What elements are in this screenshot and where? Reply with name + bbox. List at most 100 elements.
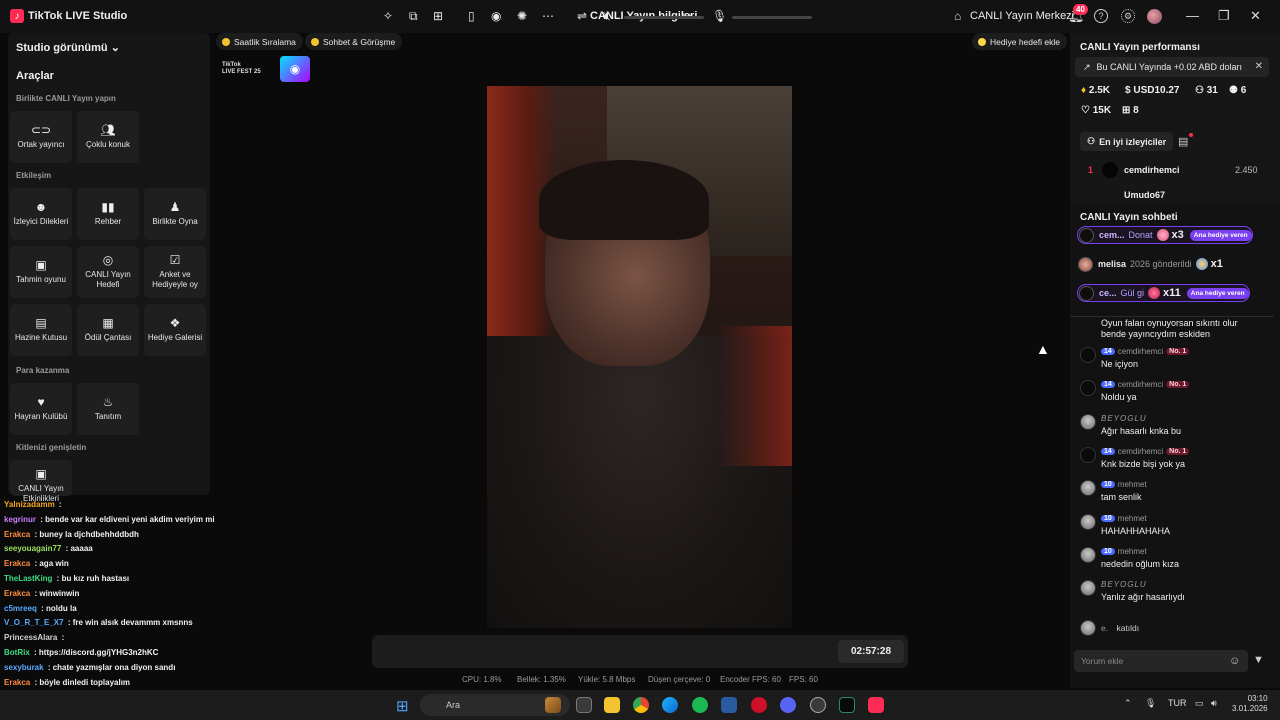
metric-value: 15K: [1092, 105, 1112, 116]
overlay-chat-user: TheLastKing: [4, 574, 53, 583]
add-source-icon[interactable]: ⧉: [409, 9, 418, 24]
speaker-muted-icon[interactable]: 🔇︎: [603, 9, 611, 24]
overlay-chat-text: aga win: [39, 559, 69, 569]
message-user[interactable]: cemdirhemci: [1118, 447, 1163, 456]
separator: :: [56, 500, 62, 509]
message-text: Ağır hasarlı knka bu: [1101, 425, 1182, 436]
emoji-icon[interactable]: ☺: [1229, 655, 1240, 667]
discord-icon[interactable]: [780, 697, 796, 713]
message-user[interactable]: mehmet: [1118, 514, 1147, 523]
tiktok-live-icon[interactable]: [868, 697, 884, 713]
message-user[interactable]: cemdirhemci: [1118, 347, 1163, 356]
top-viewers-button[interactable]: ⚇ En iyi izleyiciler: [1080, 132, 1174, 151]
tool-reward-bag[interactable]: ▦ Ödül Çantası: [77, 304, 139, 356]
gift-message[interactable]: cem... Donat x3 Ana hediye veren: [1077, 226, 1253, 244]
overlay-chat-line: TheLastKing : bu kız ruh hastası: [4, 574, 129, 583]
home-icon[interactable]: ⌂: [954, 9, 961, 23]
tool-label: İzleyici Dilekleri: [13, 217, 69, 226]
close-icon[interactable]: ✕: [1255, 61, 1263, 72]
livefest-badge[interactable]: TikTok LIVE FEST 25 ◉: [220, 56, 310, 82]
magic-wand-icon[interactable]: ✧: [383, 9, 393, 23]
chrome-icon[interactable]: [633, 697, 649, 713]
studio-view-dropdown[interactable]: Studio görünümü ⌄: [16, 41, 120, 54]
settings-sliders-icon[interactable]: ⇌: [577, 9, 587, 23]
overlay-chat-line: Erakca : winwinwin: [4, 589, 79, 598]
top-viewer-name[interactable]: cemdirhemci: [1124, 165, 1180, 175]
terminal-icon[interactable]: [839, 697, 855, 713]
opera-icon[interactable]: [751, 697, 767, 713]
close-icon[interactable]: ✕: [1250, 8, 1261, 24]
top-gifter-badge: Ana hediye veren: [1189, 229, 1252, 241]
tool-guide[interactable]: ▮▮ Rehber: [77, 188, 139, 240]
tool-gift-gallery[interactable]: ❖ Hediye Galerisi: [144, 304, 206, 356]
message-user[interactable]: mehmet: [1118, 480, 1147, 489]
avatar[interactable]: [1147, 9, 1162, 24]
edge-icon[interactable]: [662, 697, 678, 713]
app-icon[interactable]: [721, 697, 737, 713]
tool-live-goal[interactable]: ◎ CANLI Yayın Hedefi: [77, 246, 139, 298]
tool-multiguest[interactable]: 👥︎ Çoklu konuk: [77, 111, 139, 163]
tool-live-events[interactable]: ▣ CANLI Yayın Etkinlikleri: [10, 460, 72, 503]
gift-text: Donat: [1128, 230, 1153, 240]
taskbar-clock[interactable]: 03:10 3.01.2026: [1232, 694, 1268, 714]
filter-icon[interactable]: ▼: [1253, 654, 1264, 666]
tool-poll-gift[interactable]: ☑ Anket ve Hediyeyle oy: [144, 246, 206, 298]
comment-input[interactable]: Yorum ekle: [1074, 650, 1248, 672]
chat-meet-button[interactable]: Sohbet & Görüşme: [305, 33, 403, 50]
live-center-link[interactable]: CANLI Yayın Merkezi: [970, 10, 1074, 22]
volume-icon[interactable]: 🔊︎: [1211, 698, 1217, 709]
top-viewer-name[interactable]: Umudo67: [1124, 190, 1165, 199]
file-explorer-icon[interactable]: [604, 697, 620, 713]
record-icon[interactable]: ◉: [491, 9, 501, 23]
message-user[interactable]: mehmet: [1118, 547, 1147, 556]
minimize-icon[interactable]: —: [1186, 8, 1199, 23]
tool-viewer-wishes[interactable]: ☻ İzleyici Dilekleri: [10, 188, 72, 240]
tool-fan-club[interactable]: ♥ Hayran Kulübü: [10, 383, 72, 435]
task-view-icon[interactable]: [576, 697, 592, 713]
windows-start-icon[interactable]: ⊞: [396, 697, 409, 715]
livefest-logo-icon: ◉: [280, 56, 310, 82]
volume-slider[interactable]: [624, 16, 704, 19]
spotify-icon[interactable]: [692, 697, 708, 713]
list-icon[interactable]: ▤: [1178, 135, 1188, 148]
live-chat-panel: [1070, 203, 1280, 688]
gift-user: melisa: [1098, 259, 1127, 269]
steam-icon[interactable]: [810, 697, 826, 713]
news-widget-icon[interactable]: [545, 697, 561, 713]
language-indicator[interactable]: TUR: [1168, 698, 1187, 708]
heart-icon: ♥: [37, 395, 45, 409]
microphone-icon[interactable]: 🎙︎: [712, 9, 727, 23]
gear-icon[interactable]: ⚙: [1121, 9, 1135, 23]
effects-icon[interactable]: ✺: [517, 9, 527, 23]
tool-promote[interactable]: ♨ Tanıtım: [77, 383, 139, 435]
microphone-tray-icon[interactable]: 🎙︎: [1145, 698, 1156, 709]
message-user[interactable]: BEYOGLU: [1101, 414, 1147, 423]
network-icon[interactable]: ▭: [1195, 698, 1204, 709]
tool-treasure-box[interactable]: ▤ Hazine Kutusu: [10, 304, 72, 356]
phone-icon[interactable]: ▯: [468, 9, 475, 23]
message-user[interactable]: BEYOGLU: [1101, 580, 1147, 589]
avatar: [1080, 513, 1096, 530]
layout-icon[interactable]: ⊞: [433, 9, 443, 23]
gift-goal-button[interactable]: Hediye hedefi ekle: [972, 33, 1067, 50]
tool-guess-game[interactable]: ▣ Tahmin oyunu: [10, 246, 72, 298]
gift-message[interactable]: ce... Gül gi x11 Ana hediye veren: [1077, 284, 1250, 302]
more-icon[interactable]: ⋯: [542, 9, 554, 23]
message-user[interactable]: cemdirhemci: [1118, 380, 1163, 389]
book-icon: ▮▮: [101, 200, 115, 214]
gift-message[interactable]: melisa 2026 gönderildi x1: [1077, 255, 1229, 273]
viewers-icon: ⚇: [1195, 85, 1204, 96]
wishes-icon: ☻: [34, 200, 48, 214]
tool-play-together[interactable]: ♟ Birlikte Oyna: [144, 188, 206, 240]
message-header: BEYOGLU: [1101, 580, 1147, 589]
chevron-up-icon[interactable]: ⌃: [1124, 698, 1132, 709]
mic-slider[interactable]: [732, 16, 812, 19]
maximize-icon[interactable]: ❐: [1218, 8, 1230, 24]
tool-cohost[interactable]: ⊂⊃ Ortak yayıncı: [10, 111, 72, 163]
level-badge: 14: [1101, 447, 1115, 455]
gift-user: ce...: [1099, 288, 1117, 298]
help-icon[interactable]: ?: [1094, 9, 1108, 23]
overlay-chat-user: kegrinur: [4, 514, 37, 524]
overlay-chat-user: Erakca: [4, 588, 31, 598]
hourly-ranking-button[interactable]: Saatlik Sıralama: [216, 33, 303, 50]
